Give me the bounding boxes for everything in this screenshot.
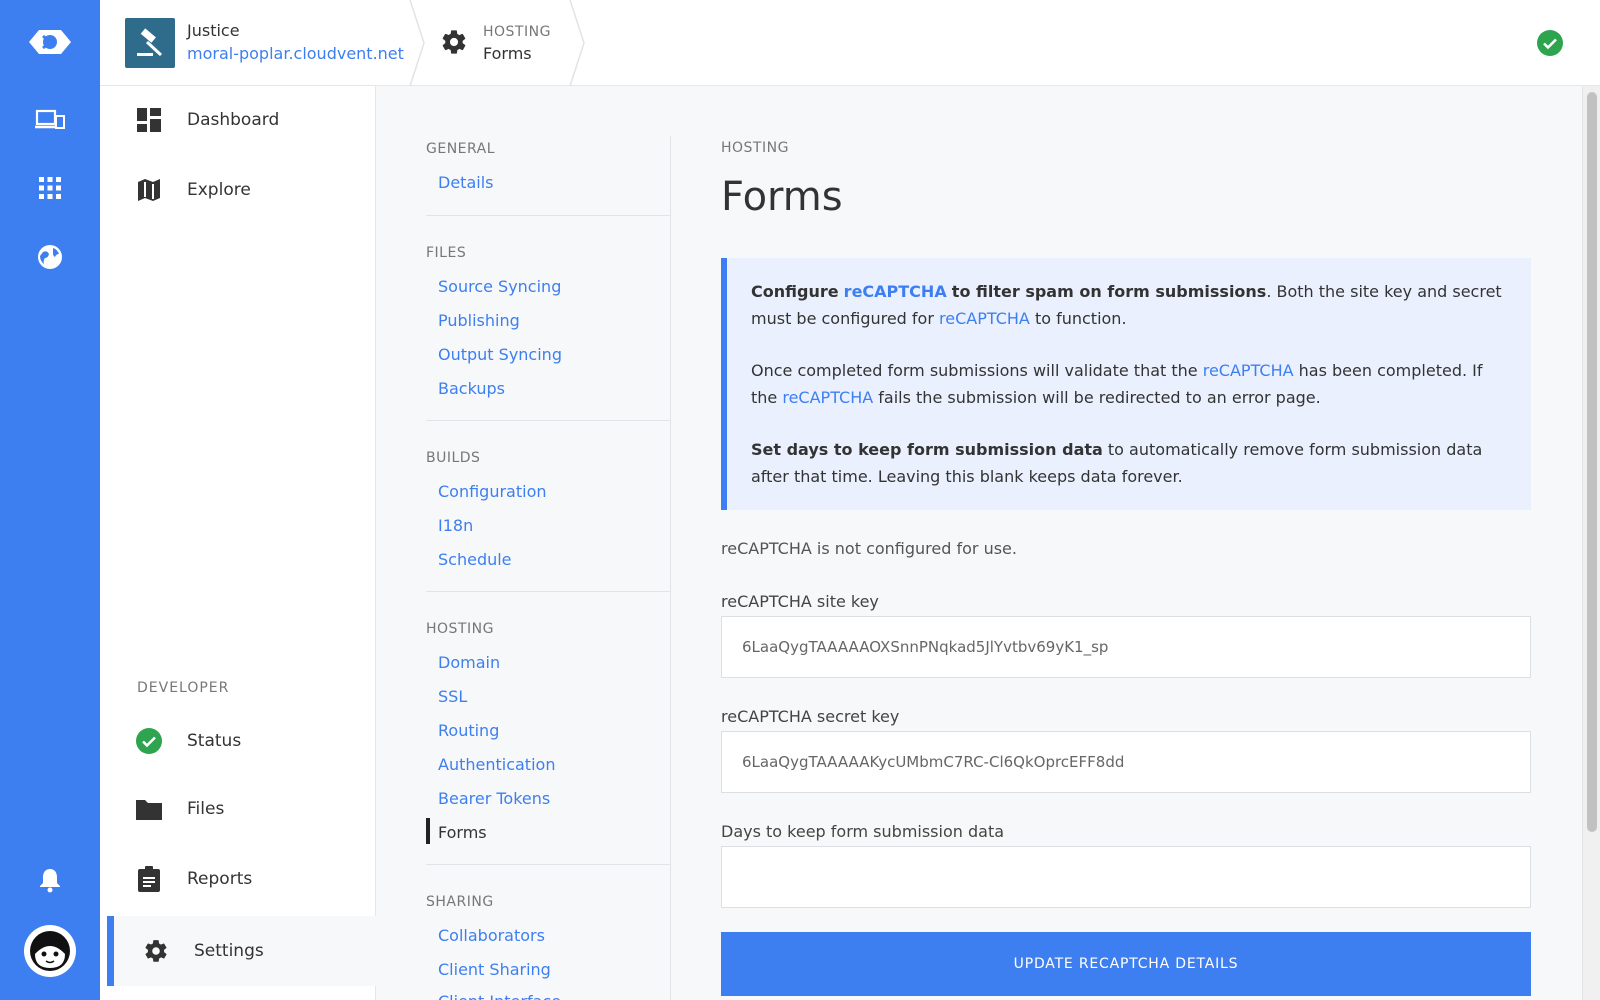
subnav-link-collaborators[interactable]: Collaborators (438, 926, 545, 945)
subnav-link-backups[interactable]: Backups (438, 379, 505, 398)
subnav-link-domain[interactable]: Domain (438, 653, 500, 672)
site-thumbnail[interactable] (125, 18, 175, 68)
nav-item-settings[interactable]: Settings (107, 916, 376, 986)
subnav-link-output-syncing[interactable]: Output Syncing (438, 345, 562, 364)
scrollbar[interactable] (1582, 86, 1600, 1000)
days-input[interactable] (721, 846, 1531, 908)
subnav-link-forms[interactable]: Forms (438, 823, 487, 842)
recaptcha-link[interactable]: reCAPTCHA (1203, 361, 1294, 380)
subnav-link-i18n[interactable]: I18n (438, 516, 473, 535)
breadcrumb-section[interactable]: HOSTING (483, 24, 551, 40)
subnav-link-client-interface[interactable]: Client Interface (438, 992, 561, 1000)
subnav-heading-files: FILES (426, 245, 467, 261)
subnav-link-configuration[interactable]: Configuration (438, 482, 547, 501)
secret-key-input[interactable] (721, 731, 1531, 793)
avatar[interactable] (24, 925, 76, 977)
info-paragraph-3: Set days to keep form submission data to… (751, 436, 1507, 490)
gavel-icon (137, 28, 163, 57)
subnav-divider (426, 215, 670, 216)
subnav-border (670, 136, 671, 1000)
site-key-label: reCAPTCHA site key (721, 592, 879, 611)
developer-heading: DEVELOPER (137, 680, 230, 696)
subnav-heading-builds: BUILDS (426, 450, 481, 466)
site-url-link[interactable]: moral-poplar.cloudvent.net (187, 44, 404, 63)
nav-item-dashboard[interactable]: Dashboard (100, 92, 376, 148)
subnav-link-details[interactable]: Details (438, 173, 493, 192)
status-ok-icon[interactable] (1537, 30, 1563, 60)
app-rail (0, 0, 100, 1000)
scrollbar-thumb[interactable] (1587, 92, 1597, 832)
left-nav: Dashboard Explore DEVELOPER Status Files… (100, 86, 376, 1000)
info-text: Once completed form submissions will val… (751, 361, 1198, 380)
breadcrumb-separator (409, 0, 425, 86)
nav-item-explore[interactable]: Explore (100, 162, 376, 218)
folder-icon (136, 796, 162, 822)
nav-label: Status (187, 731, 242, 751)
subnav-heading-general: GENERAL (426, 141, 496, 157)
secret-key-label: reCAPTCHA secret key (721, 707, 900, 726)
nav-item-reports[interactable]: Reports (100, 851, 376, 907)
site-key-input[interactable] (721, 616, 1531, 678)
dashboard-icon (136, 107, 162, 133)
page-title: Forms (721, 174, 843, 220)
map-icon (136, 177, 162, 203)
info-paragraph-1: Configure reCAPTCHA to filter spam on fo… (751, 278, 1507, 332)
section-eyebrow: HOSTING (721, 140, 789, 156)
subnav-divider (426, 420, 670, 421)
info-paragraph-2: Once completed form submissions will val… (751, 357, 1507, 411)
subnav-divider (426, 864, 670, 865)
subnav-link-publishing[interactable]: Publishing (438, 311, 520, 330)
nav-item-status[interactable]: Status (100, 713, 376, 769)
nav-label: Files (187, 799, 225, 819)
subnav-link-bearer-tokens[interactable]: Bearer Tokens (438, 789, 550, 808)
info-text: Configure (751, 282, 839, 301)
subnav-divider (426, 591, 670, 592)
info-text: to function. (1034, 309, 1127, 328)
check-circle-icon (136, 728, 162, 754)
clipboard-icon (136, 866, 162, 892)
nav-label: Settings (194, 941, 264, 961)
info-callout: Configure reCAPTCHA to filter spam on fo… (721, 258, 1531, 510)
info-text: fails the submission will be redirected … (878, 388, 1321, 407)
recaptcha-link[interactable]: reCAPTCHA (939, 309, 1030, 328)
globe-icon[interactable] (34, 241, 66, 273)
nav-label: Reports (187, 869, 253, 889)
nav-label: Explore (187, 180, 251, 200)
recaptcha-status-note: reCAPTCHA is not configured for use. (721, 539, 1017, 558)
gear-icon (440, 28, 468, 60)
subnav-link-client-sharing[interactable]: Client Sharing (438, 960, 551, 979)
subnav-link-ssl[interactable]: SSL (438, 687, 467, 706)
days-label: Days to keep form submission data (721, 822, 1005, 841)
devices-icon[interactable] (34, 104, 66, 136)
nav-label: Dashboard (187, 110, 280, 130)
recaptcha-link[interactable]: reCAPTCHA (782, 388, 873, 407)
subnav-link-schedule[interactable]: Schedule (438, 550, 512, 569)
gear-icon (143, 938, 169, 964)
info-text: Set days to keep form submission data (751, 440, 1103, 459)
update-recaptcha-button[interactable]: UPDATE RECAPTCHA DETAILS (721, 932, 1531, 996)
subnav-heading-sharing: SHARING (426, 894, 494, 910)
subnav-heading-hosting: HOSTING (426, 621, 494, 637)
recaptcha-link[interactable]: reCAPTCHA (844, 282, 947, 301)
subnav-link-source-syncing[interactable]: Source Syncing (438, 277, 561, 296)
breadcrumb-page: Forms (483, 44, 532, 63)
cloud-logo-icon[interactable] (25, 22, 75, 62)
subnav-link-routing[interactable]: Routing (438, 721, 499, 740)
apps-grid-icon[interactable] (34, 172, 66, 204)
subnav-link-authentication[interactable]: Authentication (438, 755, 555, 774)
info-text: to filter spam on form submissions (951, 282, 1267, 301)
active-indicator (426, 818, 430, 844)
breadcrumb-separator (569, 0, 585, 86)
bell-icon[interactable] (34, 864, 66, 896)
nav-item-files[interactable]: Files (100, 781, 376, 837)
avatar-icon (30, 931, 70, 971)
site-name[interactable]: Justice (187, 21, 240, 40)
top-header: Justice moral-poplar.cloudvent.net HOSTI… (100, 0, 1600, 86)
